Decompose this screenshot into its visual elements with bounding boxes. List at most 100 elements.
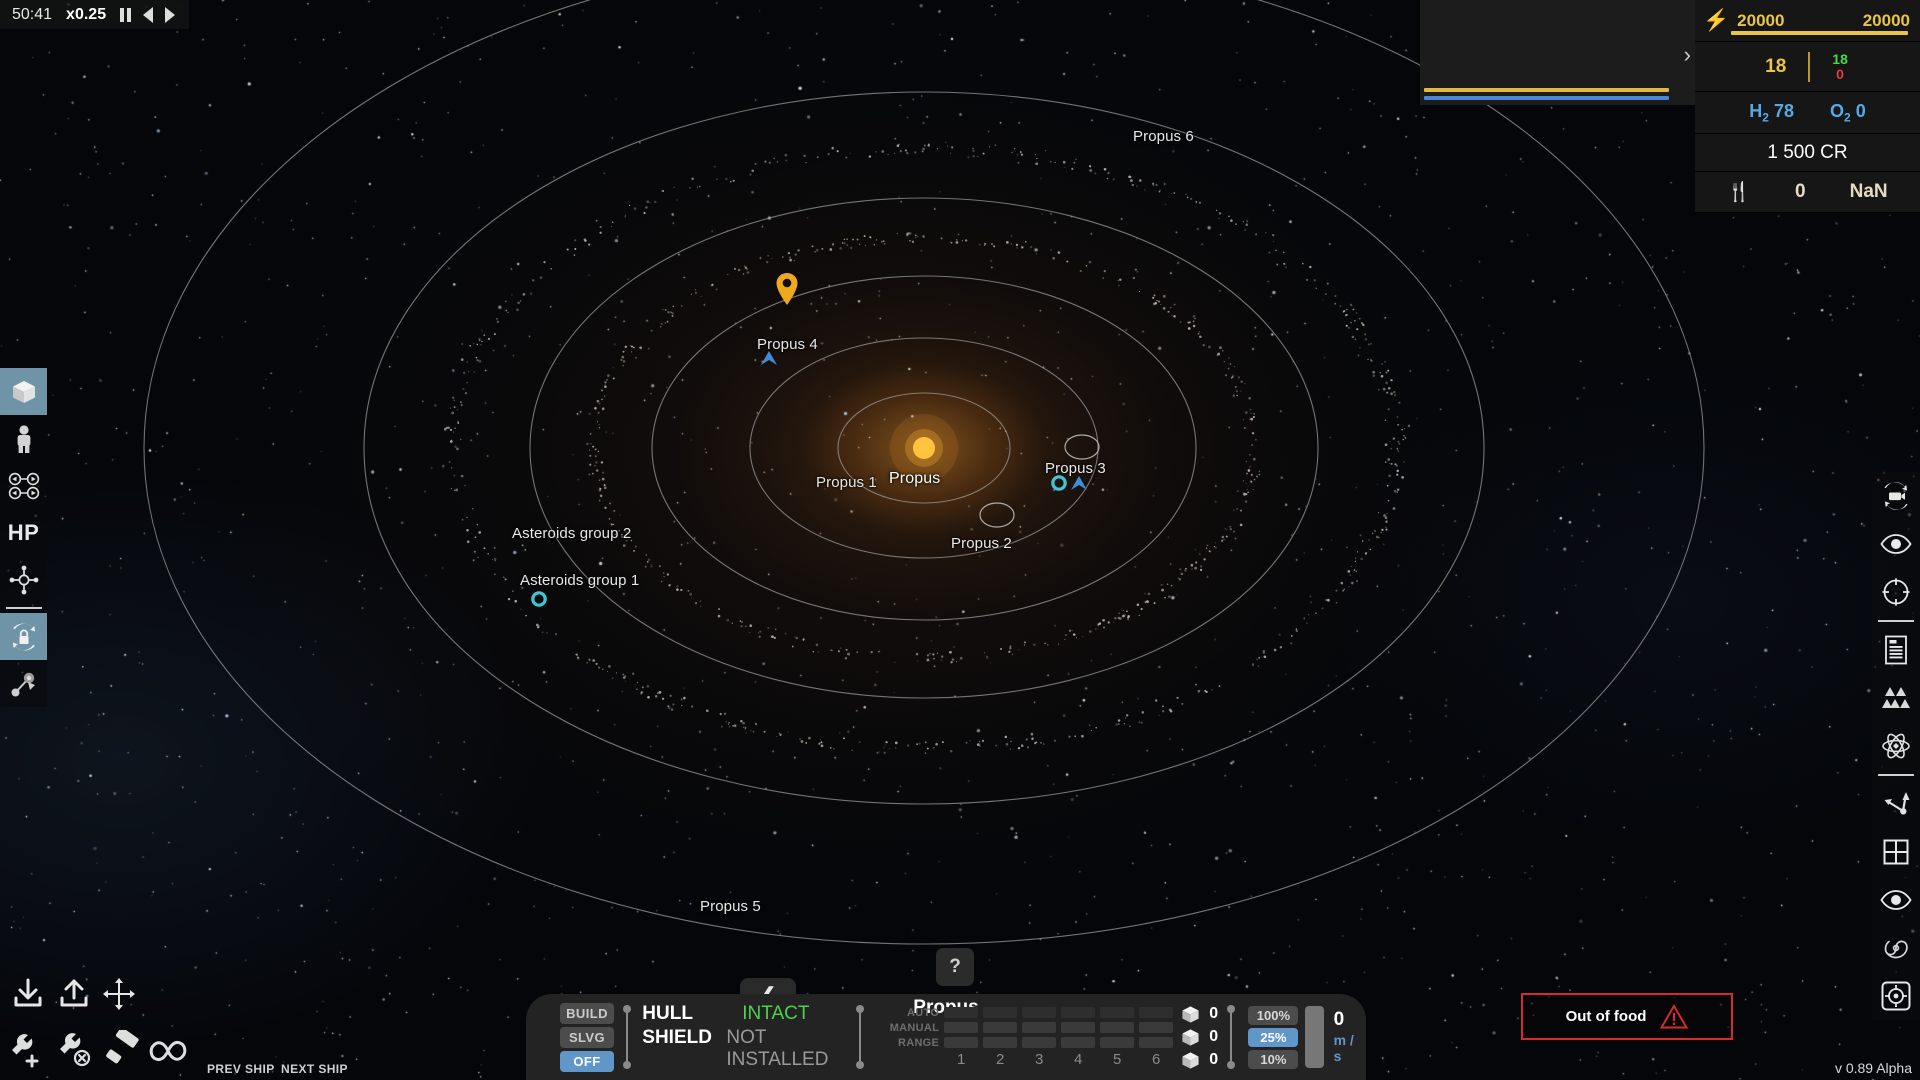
weapon-cell[interactable] bbox=[1139, 1022, 1174, 1033]
galaxy-icon[interactable] bbox=[1872, 924, 1920, 972]
hud-expand-chevron-icon[interactable]: › bbox=[1684, 44, 1691, 66]
atom-icon[interactable] bbox=[1872, 722, 1920, 770]
ship-tools-cluster: PREV SHIP NEXT SHIP bbox=[0, 954, 360, 1080]
prev-ship-button[interactable]: PREV SHIP bbox=[207, 1062, 275, 1076]
wrench-x-icon[interactable] bbox=[56, 1030, 94, 1073]
map-label[interactable]: Propus 2 bbox=[951, 535, 1012, 552]
oxygen-stat: O2 0 bbox=[1830, 100, 1866, 125]
pause-icon[interactable] bbox=[120, 7, 132, 22]
waypoint-pin[interactable] bbox=[775, 272, 799, 306]
build-cube-icon[interactable] bbox=[0, 368, 47, 415]
time-control-bar: 50:41 x0.25 bbox=[0, 0, 190, 29]
cargo-row: 0 bbox=[1181, 1005, 1218, 1024]
target-ring-p3[interactable] bbox=[1050, 474, 1068, 492]
weapon-cell[interactable] bbox=[1061, 1007, 1096, 1018]
map-label[interactable]: Asteroids group 1 bbox=[520, 572, 639, 589]
ship-marker-p4[interactable] bbox=[760, 350, 778, 366]
hud-stat-list: ⚡ 20000 20000 18 18 0 H2 78 O2 0 1 500 C… bbox=[1695, 0, 1920, 213]
weapon-cell[interactable] bbox=[944, 1037, 979, 1048]
question-mark-icon[interactable]: ? bbox=[936, 948, 974, 986]
fork-knife-icon: 🍴 bbox=[1727, 182, 1752, 203]
ship-marker-p3[interactable] bbox=[1070, 475, 1088, 491]
map-label[interactable]: Propus bbox=[889, 470, 940, 488]
weapon-column-number: 6 bbox=[1152, 1050, 1161, 1068]
shield-label: SHIELD bbox=[642, 1027, 712, 1048]
weapon-cell[interactable] bbox=[983, 1022, 1018, 1033]
crew-total: 18 bbox=[1765, 55, 1787, 77]
cargo-row: 0 bbox=[1181, 1028, 1218, 1047]
rewind-icon[interactable] bbox=[143, 6, 154, 23]
mode-build-button[interactable]: BUILD bbox=[560, 1002, 614, 1024]
next-ship-button[interactable]: NEXT SHIP bbox=[281, 1062, 348, 1076]
throttle-slider[interactable] bbox=[1305, 1006, 1324, 1068]
mode-off-button[interactable]: OFF bbox=[560, 1050, 614, 1072]
move-icon[interactable] bbox=[102, 977, 136, 1016]
weapon-row: AUTO bbox=[877, 1007, 1174, 1019]
rail-divider bbox=[1878, 620, 1914, 622]
mode-salvage-button[interactable]: SLVG bbox=[560, 1026, 614, 1048]
weapon-cell[interactable] bbox=[1022, 1007, 1057, 1018]
energy-max: 20000 bbox=[1862, 10, 1910, 30]
weapon-cell[interactable] bbox=[1061, 1022, 1096, 1033]
weapon-cell[interactable] bbox=[944, 1007, 979, 1018]
target-ring-asteroid[interactable] bbox=[530, 590, 548, 608]
throttle-100-button[interactable]: 100% bbox=[1248, 1005, 1299, 1025]
cargo-row: 0 bbox=[1181, 1051, 1218, 1070]
weapon-cell[interactable] bbox=[1139, 1037, 1174, 1048]
paint-roller-icon[interactable] bbox=[104, 1027, 142, 1073]
throttle-group: 100% 25% 10% bbox=[1248, 1005, 1299, 1069]
cube-icon bbox=[1182, 1028, 1199, 1046]
upload-icon[interactable] bbox=[56, 976, 92, 1017]
grid-icon[interactable] bbox=[1872, 828, 1920, 876]
weapon-cell[interactable] bbox=[983, 1007, 1018, 1018]
lightning-bolt-icon: ⚡ bbox=[1703, 8, 1730, 32]
lock-rotate-icon[interactable] bbox=[0, 613, 47, 660]
weapon-cell[interactable] bbox=[1022, 1037, 1057, 1048]
wrench-plus-icon[interactable] bbox=[8, 1030, 46, 1073]
crew-row: 18 18 0 bbox=[1695, 42, 1920, 92]
weapon-cell[interactable] bbox=[1022, 1022, 1057, 1033]
doors-control-icon[interactable] bbox=[0, 462, 47, 509]
weapon-cell[interactable] bbox=[1100, 1037, 1135, 1048]
help-glyph: ? bbox=[949, 956, 961, 977]
shield-value: NOT INSTALLED bbox=[726, 1027, 829, 1070]
target-circle-icon[interactable] bbox=[1872, 568, 1920, 616]
document-list-icon[interactable] bbox=[1872, 626, 1920, 674]
fast-forward-icon[interactable] bbox=[165, 6, 176, 23]
hud-bar-blue bbox=[1424, 96, 1669, 100]
map-label[interactable]: Propus 1 bbox=[816, 474, 877, 491]
hull-value: INTACT bbox=[742, 1003, 810, 1024]
status-badge-out-of-food[interactable]: Out of food bbox=[1521, 993, 1733, 1040]
asteroid-grid-icon[interactable] bbox=[1872, 674, 1920, 722]
ship-mode-group: BUILD SLVG OFF bbox=[560, 1002, 614, 1072]
weapon-cell[interactable] bbox=[1139, 1007, 1174, 1018]
hull-label: HULL bbox=[642, 1003, 693, 1024]
throttle-25-button[interactable]: 25% bbox=[1248, 1027, 1299, 1047]
alert-text: Out of food bbox=[1565, 1008, 1647, 1025]
weapon-cell[interactable] bbox=[944, 1022, 979, 1033]
map-label[interactable]: Asteroids group 2 bbox=[512, 525, 631, 542]
hud-graph-pane: › bbox=[1420, 0, 1695, 105]
eye-icon[interactable] bbox=[1872, 520, 1920, 568]
map-label[interactable]: Propus 6 bbox=[1133, 128, 1194, 145]
weapon-cell[interactable] bbox=[1100, 1007, 1135, 1018]
weapon-cell[interactable] bbox=[1061, 1037, 1096, 1048]
download-icon[interactable] bbox=[10, 976, 46, 1017]
camera-rotate-icon[interactable] bbox=[1872, 472, 1920, 520]
crosshair-node-icon[interactable] bbox=[0, 556, 47, 603]
vector-arrows-icon[interactable] bbox=[1872, 780, 1920, 828]
eye-2-icon[interactable] bbox=[1872, 876, 1920, 924]
scope-square-icon[interactable] bbox=[1872, 972, 1920, 1020]
credits-value: 1 500 CR bbox=[1767, 141, 1848, 163]
weapon-cell[interactable] bbox=[983, 1037, 1018, 1048]
throttle-10-button[interactable]: 10% bbox=[1248, 1049, 1299, 1069]
crew-dead: 0 bbox=[1836, 65, 1844, 82]
hp-label[interactable]: HP bbox=[0, 509, 47, 556]
weapon-cell[interactable] bbox=[1100, 1022, 1135, 1033]
infinity-icon[interactable] bbox=[146, 1038, 190, 1069]
trajectory-icon[interactable] bbox=[0, 660, 47, 707]
right-toolbar bbox=[1872, 472, 1920, 1020]
crew-divider bbox=[1808, 51, 1811, 82]
crew-person-icon[interactable] bbox=[0, 415, 47, 462]
map-label[interactable]: Propus 5 bbox=[700, 898, 761, 915]
